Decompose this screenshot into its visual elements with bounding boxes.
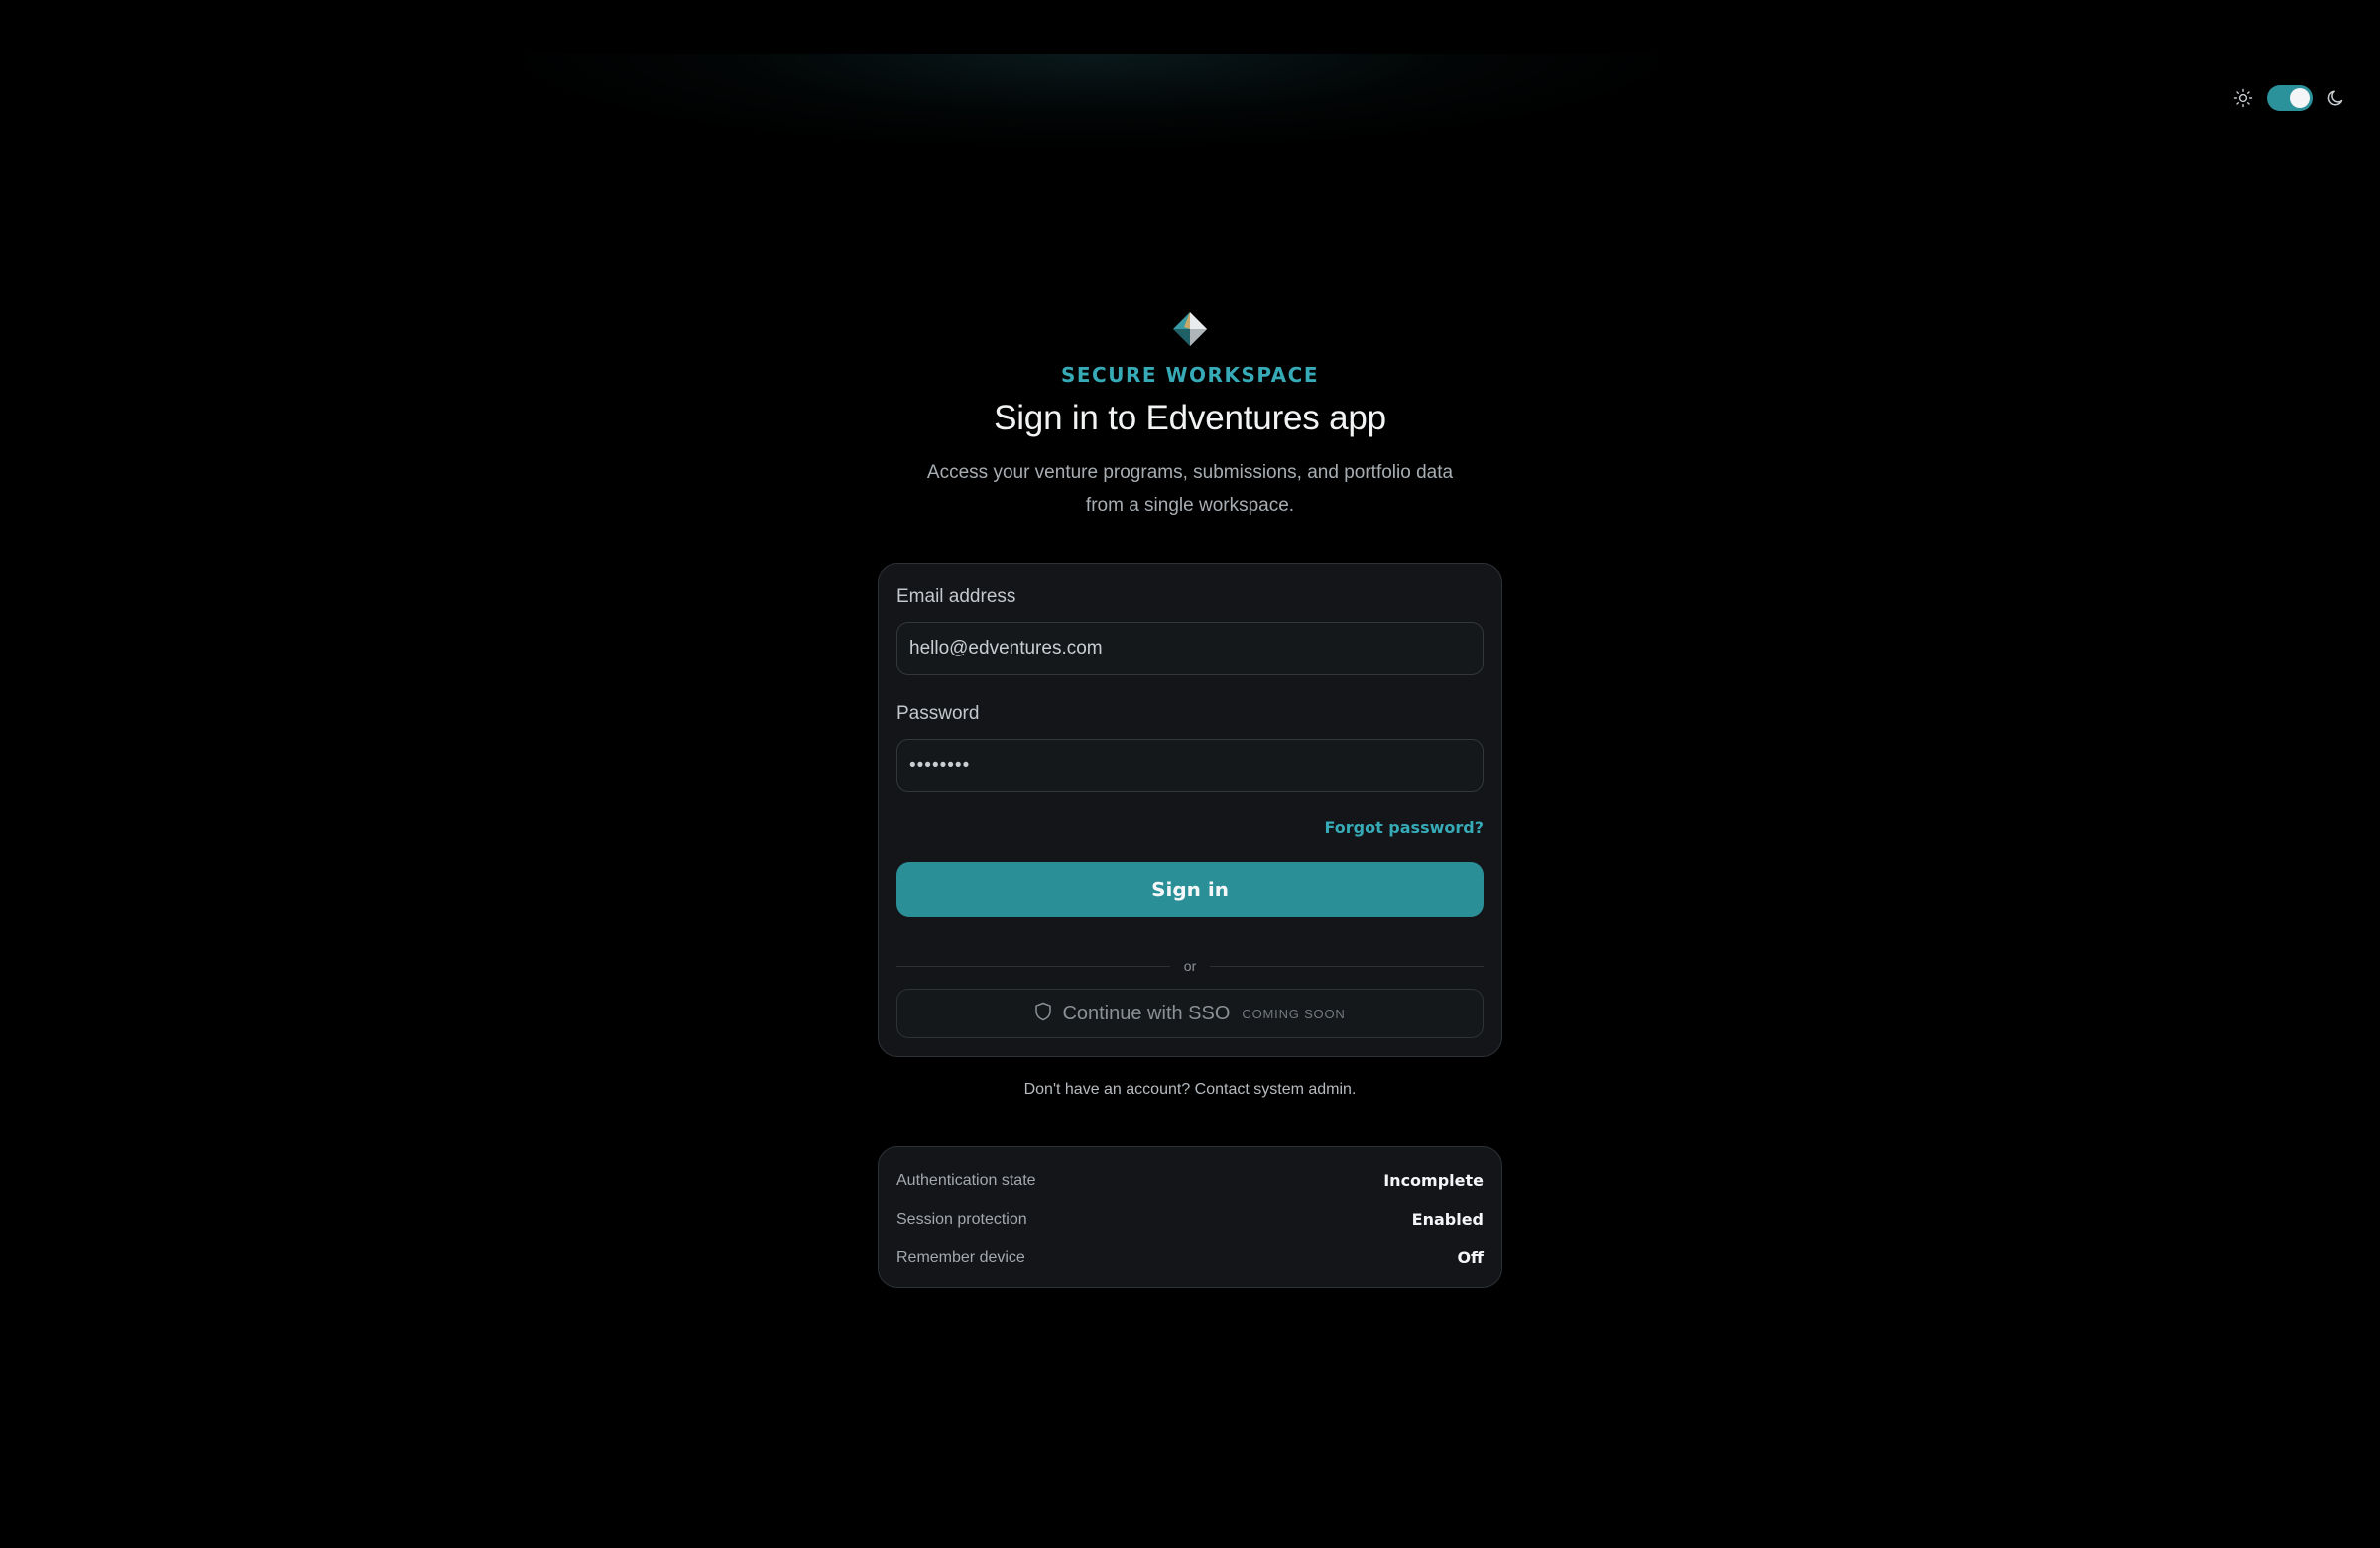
divider-label: or (1183, 958, 1197, 974)
password-value: •••••••• (909, 755, 971, 775)
sun-icon[interactable] (2233, 88, 2253, 108)
coming-soon-badge: COMING SOON (1242, 1006, 1346, 1021)
sign-in-button[interactable]: Sign in (896, 862, 1484, 917)
status-label: Remember device (896, 1249, 1025, 1266)
password-label: Password (896, 703, 980, 724)
session-status-card: Authentication state Incomplete Session … (878, 1146, 1502, 1288)
page-header: SECURE WORKSPACE Sign in to Edventures a… (0, 309, 2380, 522)
theme-toggle (2233, 85, 2346, 111)
status-row: Authentication state Incomplete (896, 1161, 1484, 1200)
sign-in-card: Email address hello@edventures.com Passw… (878, 563, 1502, 1057)
status-value: Incomplete (1383, 1171, 1484, 1190)
status-label: Authentication state (896, 1171, 1036, 1189)
email-value: hello@edventures.com (909, 638, 1103, 658)
background-glow (298, 54, 1884, 272)
eyebrow-label: SECURE WORKSPACE (1060, 363, 1319, 387)
theme-switch[interactable] (2267, 85, 2313, 111)
page-title: Sign in to Edventures app (994, 399, 1386, 437)
sign-in-button-label: Sign in (1151, 878, 1229, 901)
status-value: Enabled (1411, 1210, 1484, 1229)
status-row: Session protection Enabled (896, 1200, 1484, 1239)
forgot-password-link[interactable]: Forgot password? (1324, 818, 1484, 837)
account-note: Don't have an account? Contact system ad… (1023, 1081, 1357, 1098)
status-row: Remember device Off (896, 1239, 1484, 1277)
moon-icon[interactable] (2326, 88, 2346, 108)
email-field[interactable]: hello@edventures.com (896, 622, 1484, 675)
shield-icon (1034, 1002, 1052, 1026)
page-subtitle: Access your venture programs, submission… (926, 462, 1454, 516)
status-label: Session protection (896, 1210, 1027, 1228)
or-divider: or (896, 958, 1485, 974)
theme-switch-knob (2290, 88, 2310, 108)
divider-line-right (1210, 965, 1485, 967)
diamond-logo-icon (1170, 309, 1210, 349)
password-field[interactable]: •••••••• (896, 739, 1484, 792)
sso-button-label: Continue with SSO (1062, 1002, 1231, 1024)
divider-line-left (896, 965, 1170, 967)
sso-button[interactable]: Continue with SSO COMING SOON (896, 989, 1484, 1038)
email-label: Email address (896, 586, 1016, 607)
status-value: Off (1457, 1249, 1484, 1267)
